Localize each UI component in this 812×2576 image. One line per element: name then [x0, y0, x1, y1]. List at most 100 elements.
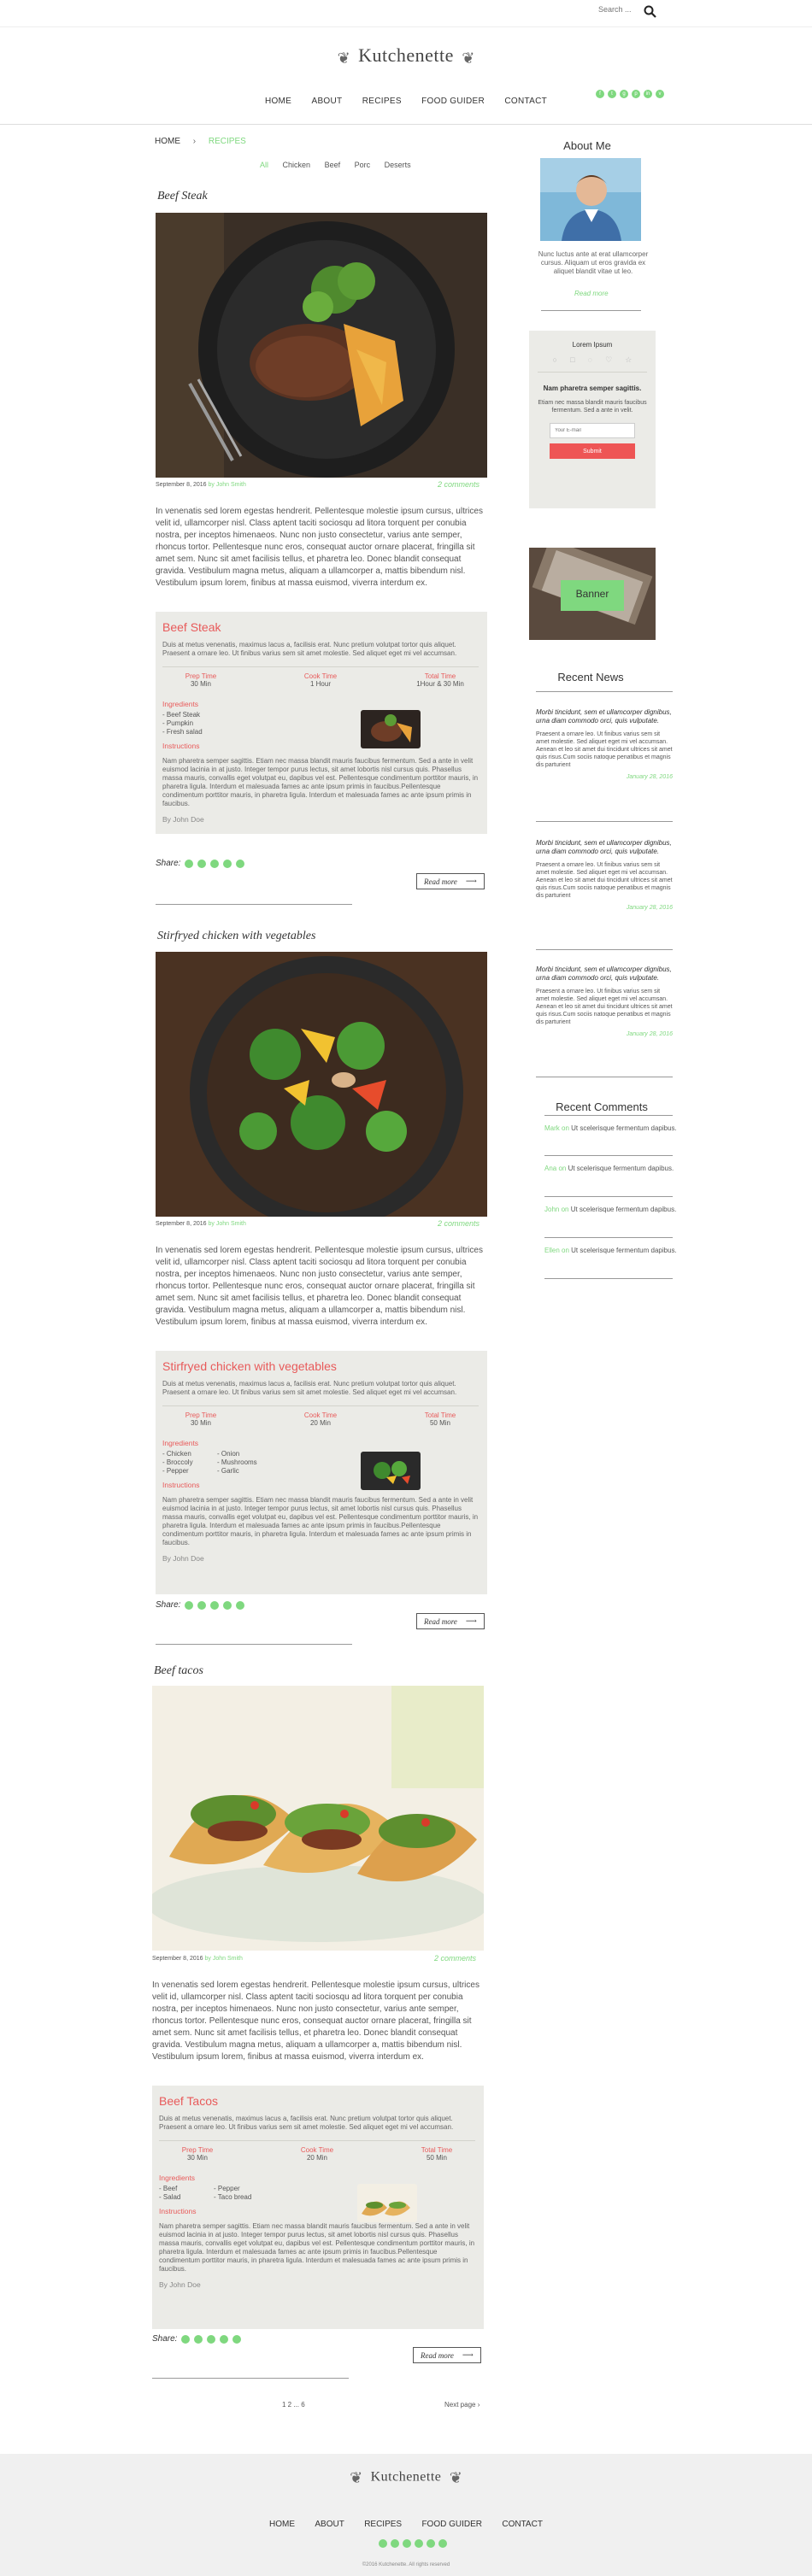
recipe-description: Duis at metus venenatis, maximus lacus a… — [159, 2115, 454, 2131]
facebook-icon[interactable] — [185, 859, 194, 868]
footer-nav-contact[interactable]: CONTACT — [502, 2520, 543, 2529]
square-icon[interactable]: □ — [570, 355, 574, 365]
linkedin-icon[interactable] — [232, 2334, 242, 2344]
facebook-icon[interactable] — [181, 2334, 191, 2344]
read-more-button[interactable]: Read more ⟶ — [413, 2347, 481, 2363]
comment-author[interactable]: Mark on — [544, 1124, 569, 1132]
sidebar-divider — [536, 691, 673, 692]
post-author[interactable]: by John Smith — [205, 1956, 243, 1962]
next-page-link[interactable]: Next page › — [444, 2401, 480, 2409]
email-field[interactable] — [550, 423, 635, 438]
arrow-right-icon: ⟶ — [462, 2350, 474, 2359]
search-input[interactable] — [598, 5, 641, 14]
comment-author[interactable]: John on — [544, 1206, 568, 1213]
about-read-more-link[interactable]: Read more — [574, 290, 609, 297]
facebook-icon[interactable] — [379, 2539, 387, 2548]
submit-button[interactable]: Submit — [550, 443, 635, 459]
post-title[interactable]: Stirfryed chicken with vegetables — [157, 930, 315, 943]
nav-about[interactable]: ABOUT — [311, 97, 342, 106]
linkedin-icon[interactable] — [427, 2539, 435, 2548]
nav-contact[interactable]: CONTACT — [504, 97, 547, 106]
linkedin-icon[interactable] — [236, 859, 245, 868]
filter-beef[interactable]: Beef — [325, 161, 341, 169]
post-image-tacos[interactable] — [152, 1686, 484, 1951]
search-area — [598, 5, 641, 14]
comment-author[interactable]: Ana on — [544, 1165, 566, 1172]
post-comments-link[interactable]: 2 comments — [434, 1954, 476, 1963]
linkedin-icon[interactable]: in — [644, 90, 652, 98]
pinterest-icon[interactable] — [223, 1600, 232, 1610]
ingredient-item: - Beef Steak — [162, 711, 201, 719]
twitter-icon[interactable] — [197, 859, 207, 868]
pinterest-icon[interactable] — [415, 2539, 423, 2548]
news-title[interactable]: Morbi tincidunt, sem et ullamcorper dign… — [536, 708, 673, 725]
footer-nav-recipes[interactable]: RECIPES — [364, 2520, 402, 2529]
cook-time-label: Cook Time — [303, 672, 338, 680]
footer-logo[interactable]: ❦ Kutchenette ❦ — [0, 2469, 812, 2487]
pinterest-icon[interactable]: p — [632, 90, 640, 98]
recipe-name: Beef Steak — [162, 620, 221, 634]
chat-icon[interactable]: ◌ — [588, 355, 592, 365]
post-title[interactable]: Beef Steak — [157, 190, 208, 203]
twitter-icon[interactable]: t — [608, 90, 616, 98]
news-title[interactable]: Morbi tincidunt, sem et ullamcorper dign… — [536, 965, 673, 983]
googleplus-icon[interactable] — [207, 2334, 216, 2344]
twitter-icon[interactable] — [194, 2334, 203, 2344]
googleplus-icon[interactable] — [210, 859, 220, 868]
twitter-icon[interactable] — [391, 2539, 399, 2548]
share-bar: Share: — [152, 2334, 242, 2344]
pagination[interactable]: 1 2 ... 6 — [282, 2401, 305, 2409]
read-more-button[interactable]: Read more ⟶ — [416, 873, 485, 889]
vimeo-icon[interactable] — [438, 2539, 447, 2548]
ingredients-list: - Chicken - Broccoly - Pepper - Onion - … — [162, 1450, 265, 1476]
news-title[interactable]: Morbi tincidunt, sem et ullamcorper dign… — [536, 839, 673, 856]
twitter-icon[interactable] — [197, 1600, 207, 1610]
footer-nav-food-guider[interactable]: FOOD GUIDER — [421, 2520, 482, 2529]
footer-nav-home[interactable]: HOME — [269, 2520, 295, 2529]
filter-porc[interactable]: Porc — [355, 161, 371, 169]
breadcrumb-home[interactable]: HOME — [155, 137, 180, 146]
linkedin-icon[interactable] — [236, 1600, 245, 1610]
footer-nav-about[interactable]: ABOUT — [315, 2520, 344, 2529]
about-text: Nunc luctus ante at erat ullamcorper cur… — [538, 250, 649, 275]
post-title[interactable]: Beef tacos — [154, 1664, 203, 1678]
post-image-beef-steak[interactable] — [156, 213, 487, 478]
ingredient-item: - Mushrooms — [217, 1458, 257, 1466]
site-footer: ❦ Kutchenette ❦ HOME ABOUT RECIPES FOOD … — [0, 2454, 812, 2576]
post-comments-link[interactable]: 2 comments — [438, 1219, 480, 1228]
googleplus-icon[interactable] — [210, 1600, 220, 1610]
search-icon[interactable] — [643, 4, 658, 20]
read-more-button[interactable]: Read more ⟶ — [416, 1613, 485, 1629]
filter-deserts[interactable]: Deserts — [385, 161, 411, 169]
googleplus-icon[interactable]: g — [620, 90, 628, 98]
star-icon[interactable]: ☆ — [625, 355, 632, 365]
flourish-right-icon: ❦ — [449, 2469, 462, 2486]
ingredients-heading: Ingredients — [159, 2174, 196, 2182]
nav-food-guider[interactable]: FOOD GUIDER — [421, 97, 485, 106]
ingredients-list: - Beef Steak - Pumpkin - Fresh salad — [162, 711, 265, 736]
post-comments-link[interactable]: 2 comments — [438, 480, 480, 489]
ad-banner[interactable]: Banner — [529, 548, 656, 640]
site-logo[interactable]: ❦ Kutchenette ❦ — [0, 44, 812, 67]
breadcrumb-separator: › — [192, 137, 197, 146]
cook-time-label: Cook Time — [303, 1411, 338, 1419]
news-date: January 28, 2016 — [626, 905, 673, 911]
nav-recipes[interactable]: RECIPES — [362, 97, 402, 106]
post-author[interactable]: by John Smith — [209, 482, 246, 488]
comment-author[interactable]: Ellen on — [544, 1247, 569, 1254]
googleplus-icon[interactable] — [403, 2539, 411, 2548]
recipe-thumbnail — [361, 1452, 421, 1490]
filter-all[interactable]: All — [260, 161, 268, 169]
prep-time-value: 30 Min — [190, 680, 211, 688]
pinterest-icon[interactable] — [220, 2334, 229, 2344]
facebook-icon[interactable] — [185, 1600, 194, 1610]
circle-icon[interactable]: ○ — [553, 355, 557, 365]
facebook-icon[interactable]: f — [596, 90, 604, 98]
vimeo-icon[interactable]: v — [656, 90, 664, 98]
pinterest-icon[interactable] — [223, 859, 232, 868]
post-author[interactable]: by John Smith — [209, 1221, 246, 1227]
post-image-stirfry[interactable] — [156, 952, 487, 1217]
nav-home[interactable]: HOME — [265, 97, 291, 106]
filter-chicken[interactable]: Chicken — [283, 161, 311, 169]
heart-icon[interactable]: ♡ — [605, 355, 612, 365]
